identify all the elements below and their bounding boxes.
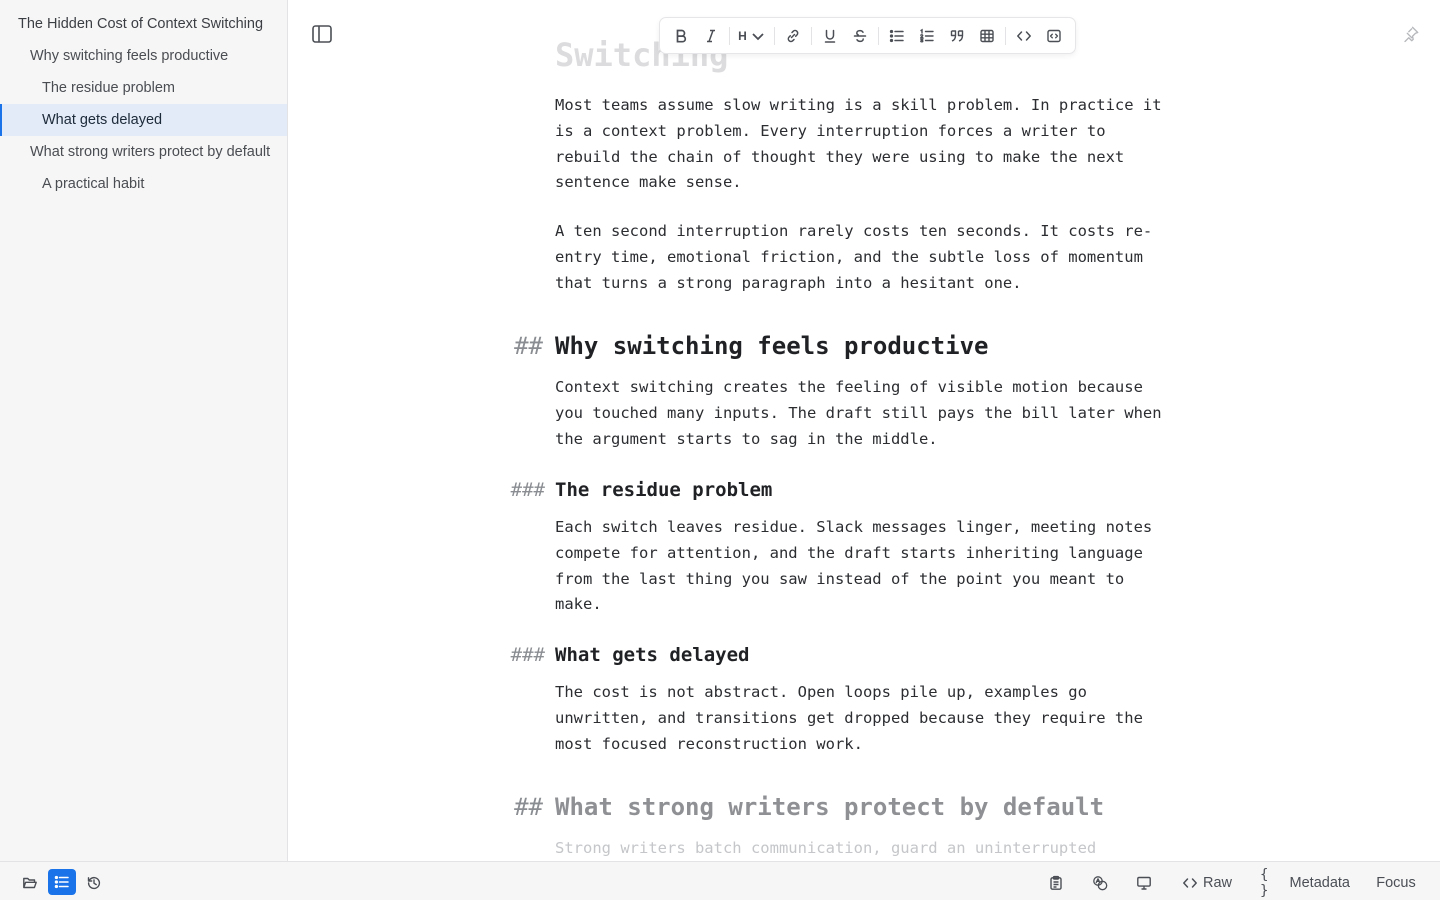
outline-item-why-switching[interactable]: Why switching feels productive bbox=[0, 40, 287, 72]
toolbar-divider bbox=[774, 26, 775, 45]
outline-item-what-gets-delayed[interactable]: What gets delayed bbox=[0, 104, 287, 136]
clipboard-icon bbox=[1050, 875, 1062, 890]
app-window: The Hidden Cost of Context Switching Why… bbox=[0, 0, 1440, 900]
italic-icon bbox=[707, 29, 715, 42]
chevron-down-icon bbox=[752, 32, 764, 40]
heading-strong-writers: ## What strong writers protect by defaul… bbox=[514, 793, 1105, 821]
outline-item-practical-habit[interactable]: A practical habit bbox=[0, 168, 287, 200]
heading-text: The residue problem bbox=[555, 479, 773, 501]
sidebar-toggle-icon bbox=[312, 25, 332, 43]
heading-marker: ### bbox=[510, 644, 545, 666]
quote-button[interactable] bbox=[942, 22, 972, 50]
status-bar: Raw { } Metadata Focus bbox=[0, 861, 1440, 900]
outline-item-strong-writers[interactable]: What strong writers protect by default bbox=[0, 136, 287, 168]
link-button[interactable] bbox=[778, 22, 808, 50]
history-icon bbox=[87, 876, 101, 889]
pin-button[interactable] bbox=[1402, 25, 1420, 43]
paragraph-strong-writers: Strong writers batch communication, guar… bbox=[555, 839, 1097, 857]
table-button[interactable] bbox=[972, 22, 1002, 50]
inline-code-button[interactable] bbox=[1009, 22, 1039, 50]
focus-button[interactable]: Focus bbox=[1370, 870, 1422, 895]
heading-marker: ## bbox=[514, 793, 543, 821]
raw-toggle-button[interactable]: Raw bbox=[1180, 870, 1234, 895]
focus-label: Focus bbox=[1376, 874, 1416, 891]
code-block-button[interactable] bbox=[1039, 22, 1069, 50]
toolbar-divider bbox=[729, 26, 730, 45]
heading-marker: ### bbox=[510, 479, 545, 501]
outline-item-title[interactable]: The Hidden Cost of Context Switching bbox=[0, 8, 287, 40]
link-icon bbox=[787, 29, 799, 42]
heading-why-switching: ## Why switching feels productive bbox=[514, 332, 989, 360]
outline-sidebar: The Hidden Cost of Context Switching Why… bbox=[0, 0, 288, 861]
numbered-list-icon bbox=[920, 28, 934, 43]
heading-text: Why switching feels productive bbox=[555, 332, 989, 360]
paragraph-why-switching: Context switching creates the feeling of… bbox=[555, 378, 1162, 448]
editor-pane: H Switching Most teams assume slow writi… bbox=[289, 0, 1440, 861]
translate-button[interactable] bbox=[1086, 870, 1114, 895]
sidebar-toggle-button[interactable] bbox=[311, 24, 333, 44]
outline-item-residue-problem[interactable]: The residue problem bbox=[0, 72, 287, 104]
bold-button[interactable] bbox=[666, 22, 696, 50]
outline-button[interactable] bbox=[48, 869, 76, 895]
raw-label: Raw bbox=[1202, 874, 1232, 891]
paragraph-intro-2: A ten second interruption rarely costs t… bbox=[555, 222, 1153, 292]
toolbar-divider bbox=[1005, 26, 1006, 45]
strikethrough-icon bbox=[853, 29, 867, 42]
heading-what-gets-delayed: ### What gets delayed bbox=[511, 644, 750, 666]
heading-marker: ## bbox=[514, 332, 543, 360]
bold-icon bbox=[676, 29, 687, 43]
files-button[interactable] bbox=[16, 870, 44, 895]
preview-button[interactable] bbox=[1130, 870, 1158, 895]
code-icon bbox=[1017, 30, 1031, 41]
heading-dropdown[interactable]: H bbox=[733, 22, 771, 50]
heading-text: What gets delayed bbox=[555, 644, 750, 666]
paragraph-intro-1: Most teams assume slow writing is a skil… bbox=[555, 96, 1162, 192]
clipboard-button[interactable] bbox=[1042, 870, 1070, 895]
folder-open-icon bbox=[23, 877, 37, 888]
quote-icon bbox=[950, 29, 964, 42]
heading-text: What strong writers protect by default bbox=[555, 793, 1105, 821]
bullet-list-button[interactable] bbox=[882, 22, 912, 50]
format-toolbar: H bbox=[659, 17, 1076, 54]
code-block-icon bbox=[1047, 29, 1061, 42]
toolbar-divider bbox=[878, 26, 879, 45]
bullet-list-icon bbox=[889, 29, 904, 42]
pin-icon bbox=[1404, 26, 1419, 43]
history-button[interactable] bbox=[80, 870, 108, 895]
list-icon bbox=[54, 875, 69, 889]
monitor-icon bbox=[1137, 876, 1151, 890]
paragraph-residue-problem: Each switch leaves residue. Slack messag… bbox=[555, 518, 1153, 614]
braces-icon: { } bbox=[1260, 866, 1269, 899]
heading-residue-problem: ### The residue problem bbox=[511, 479, 773, 501]
code-icon bbox=[1183, 877, 1197, 888]
metadata-label: Metadata bbox=[1289, 874, 1350, 891]
heading-label: H bbox=[738, 28, 747, 43]
translate-icon bbox=[1093, 875, 1108, 890]
toolbar-divider bbox=[811, 26, 812, 45]
paragraph-what-gets-delayed: The cost is not abstract. Open loops pil… bbox=[555, 683, 1143, 753]
strikethrough-button[interactable] bbox=[845, 22, 875, 50]
underline-icon bbox=[824, 29, 836, 43]
italic-button[interactable] bbox=[696, 22, 726, 50]
table-icon bbox=[980, 29, 994, 42]
numbered-list-button[interactable] bbox=[912, 22, 942, 50]
underline-button[interactable] bbox=[815, 22, 845, 50]
metadata-button[interactable]: { } Metadata bbox=[1260, 867, 1350, 899]
